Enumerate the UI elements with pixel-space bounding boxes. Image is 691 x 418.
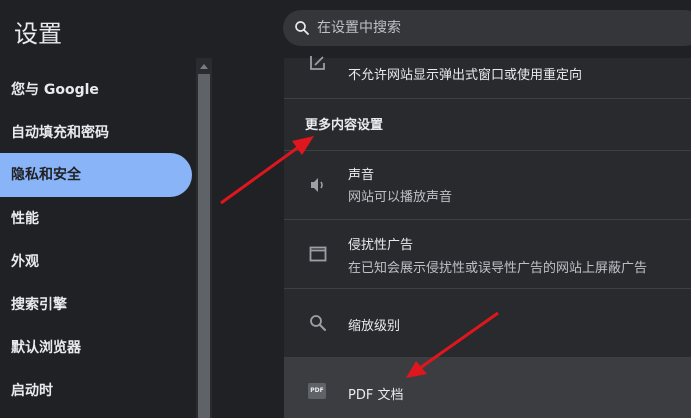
popup-setting-row[interactable]: 不允许网站显示弹出式窗口或使用重定向	[284, 56, 691, 98]
zoom-setting-row[interactable]: 缩放级别	[284, 289, 691, 357]
sidebar-scrollbar[interactable]	[196, 58, 212, 418]
ads-window-icon	[309, 246, 327, 262]
sound-setting-row[interactable]: 声音 网站可以播放声音	[284, 151, 691, 219]
sidebar-item-search-engine[interactable]: 搜索引擎	[0, 283, 192, 327]
pdf-setting-row[interactable]: PDF PDF 文档	[284, 358, 691, 418]
zoom-title: 缩放级别	[348, 319, 401, 334]
sidebar-item-appearance[interactable]: 外观	[0, 240, 192, 284]
top-bar: 设置	[0, 0, 691, 58]
intrusive-ads-title: 侵扰性广告	[348, 238, 414, 253]
sidebar: 您与 Google 自动填充和密码 隐私和安全 性能 外观 搜索引擎 默认浏览器…	[0, 58, 196, 418]
sidebar-item-on-startup[interactable]: 启动时	[0, 369, 192, 413]
sidebar-item-privacy[interactable]: 隐私和安全	[0, 153, 192, 197]
sidebar-item-performance[interactable]: 性能	[0, 197, 192, 241]
sidebar-item-you-and-google[interactable]: 您与 Google	[0, 68, 192, 112]
scrollbar-thumb[interactable]	[198, 74, 210, 418]
sidebar-item-autofill[interactable]: 自动填充和密码	[0, 111, 192, 155]
search-input[interactable]	[317, 10, 677, 46]
intrusive-ads-subtitle: 在已知会展示侵扰性或误导性广告的网站上屏蔽广告	[348, 261, 648, 276]
intrusive-ads-setting-row[interactable]: 侵扰性广告 在已知会展示侵扰性或误导性广告的网站上屏蔽广告	[284, 220, 691, 288]
divider	[284, 98, 691, 99]
sound-title: 声音	[348, 168, 375, 183]
speaker-icon	[311, 178, 323, 192]
pdf-icon: PDF	[308, 383, 326, 399]
zoom-icon	[310, 315, 326, 331]
pdf-title: PDF 文档	[348, 388, 404, 403]
scroll-up-arrow-icon[interactable]	[200, 64, 208, 69]
search-box[interactable]	[283, 10, 691, 46]
search-icon	[295, 21, 309, 35]
sidebar-item-default-browser[interactable]: 默认浏览器	[0, 326, 192, 370]
page-title: 设置	[14, 20, 62, 48]
section-heading: 更多内容设置	[305, 118, 384, 133]
popup-setting-subtitle: 不允许网站显示弹出式窗口或使用重定向	[348, 68, 583, 83]
popup-icon	[310, 56, 325, 70]
sound-subtitle: 网站可以播放声音	[348, 190, 453, 205]
